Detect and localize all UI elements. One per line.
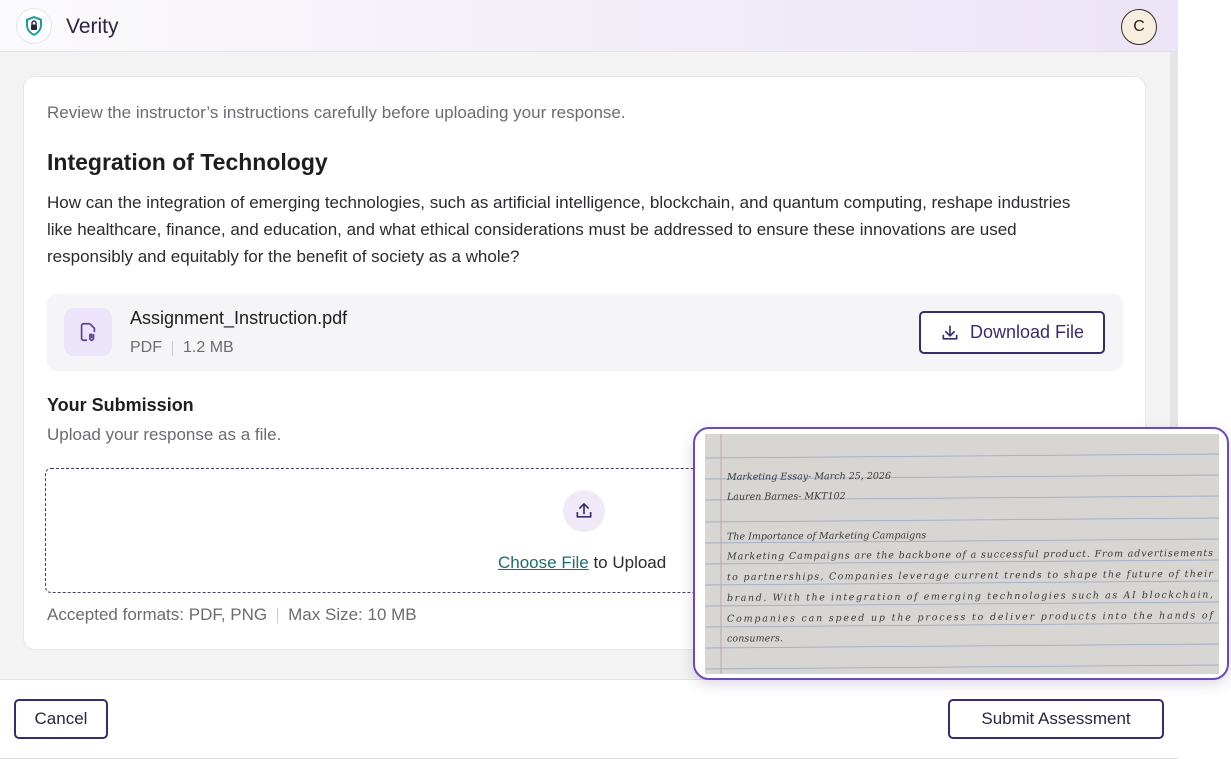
question-title: Integration of Technology (47, 149, 328, 175)
footer-bar: Cancel Submit Assessment (0, 680, 1178, 759)
submission-hint: Upload your response as a file. (47, 425, 282, 444)
attachment-size: 1.2 MB (183, 339, 234, 356)
cancel-button[interactable]: Cancel (14, 699, 108, 739)
uploaded-image-preview[interactable]: Marketing Essay- March 25, 2026 Lauren Ba… (693, 427, 1229, 680)
attachment-meta: PDF 1.2 MB (130, 339, 234, 357)
attachment-row: Assignment_Instruction.pdf PDF 1.2 MB Do… (47, 294, 1123, 371)
shield-lock-icon (16, 8, 52, 44)
download-icon (942, 325, 958, 340)
submission-title: Your Submission (47, 395, 194, 415)
divider (277, 607, 279, 623)
formats-text: Accepted formats: PDF, PNG (47, 605, 268, 624)
file-attachment-icon (64, 308, 112, 356)
upload-icon[interactable] (563, 490, 605, 532)
instructions-note: Review the instructor’s instructions car… (47, 103, 626, 122)
submit-assessment-button[interactable]: Submit Assessment (948, 699, 1164, 739)
download-file-button[interactable]: Download File (919, 311, 1105, 354)
user-avatar[interactable]: C (1121, 9, 1157, 45)
handwritten-page-image: Marketing Essay- March 25, 2026 Lauren Ba… (705, 434, 1219, 674)
divider (172, 340, 173, 356)
app-title: Verity (66, 15, 119, 38)
upload-suffix: to Upload (588, 553, 667, 572)
handwritten-line: Marketing Essay- March 25, 2026 (726, 471, 891, 483)
app-header: Verity C (0, 0, 1178, 52)
handwritten-line: Lauren Barnes- MKT102 (726, 491, 846, 503)
choose-file-link[interactable]: Choose File (498, 553, 589, 572)
download-file-label: Download File (969, 322, 1085, 342)
handwritten-line: consumers. (727, 633, 783, 644)
question-body: How can the integration of emerging tech… (47, 193, 1071, 266)
attachment-name: Assignment_Instruction.pdf (130, 308, 348, 328)
attachment-type: PDF (130, 339, 162, 356)
max-size-text: Max Size: 10 MB (288, 605, 417, 624)
upload-prompt: Choose File to Upload (498, 553, 666, 573)
handwritten-line: The Importance of Marketing Campaigns (727, 530, 926, 542)
accepted-formats: Accepted formats: PDF, PNG Max Size: 10 … (47, 605, 417, 625)
